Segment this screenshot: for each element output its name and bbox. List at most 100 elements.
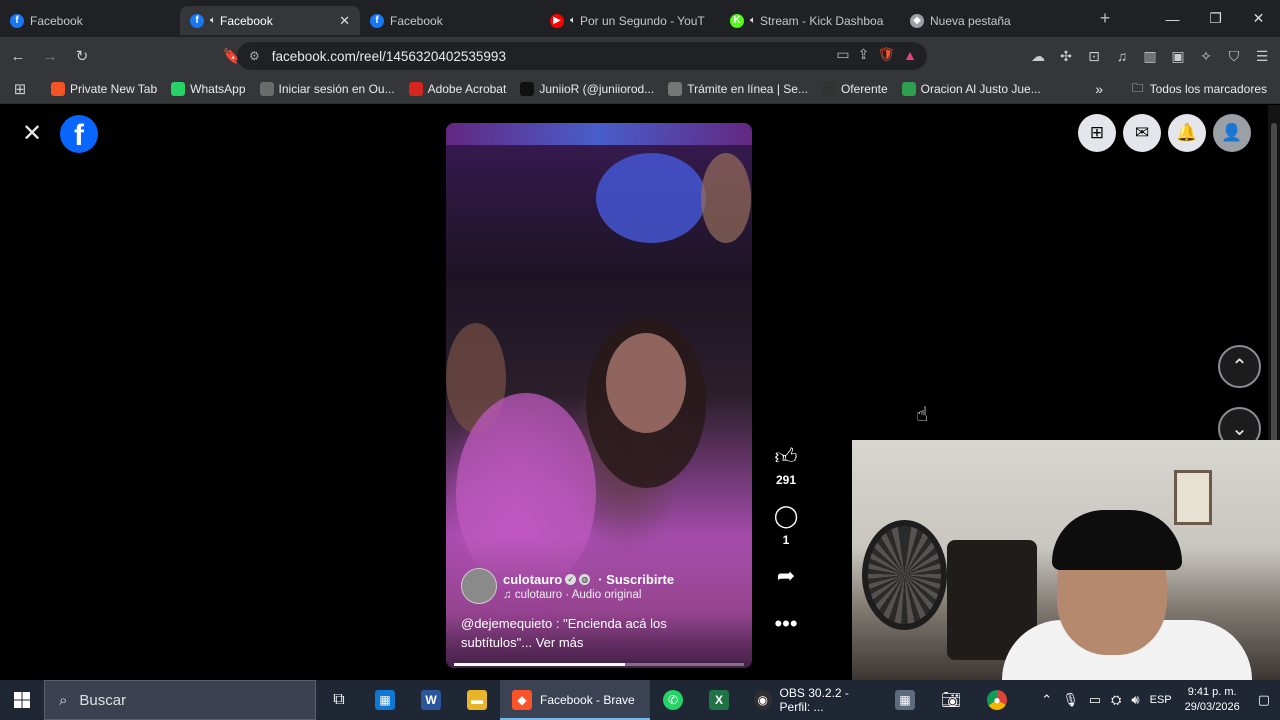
task-view-icon[interactable]: ⧉ xyxy=(316,680,362,720)
chrome-icon[interactable]: ● xyxy=(974,680,1020,720)
bookmark-item[interactable]: WhatsApp xyxy=(164,82,252,96)
brave-rewards-icon[interactable]: ▲ xyxy=(903,47,917,63)
folder-icon: 🗀 xyxy=(1131,80,1144,95)
close-window-icon[interactable]: ✕ xyxy=(1237,0,1280,37)
speaker-icon[interactable]: 🔈︎ xyxy=(570,15,576,26)
tab-4[interactable]: K 🔈︎ Stream - Kick Dashboa xyxy=(720,6,900,35)
camera-icon[interactable]: 📷︎ xyxy=(928,680,974,720)
cast-icon[interactable]: ▭ xyxy=(836,46,849,63)
store-icon[interactable]: ▦ xyxy=(362,680,408,720)
clock-date: 29/03/2026 xyxy=(1184,701,1240,713)
address-bar[interactable]: ⚙ facebook.com/reel/1456320402535993 ▭ ⇪… xyxy=(237,42,927,70)
bookmark-item[interactable]: Iniciar sesión en Ou... xyxy=(253,82,402,96)
file-explorer-icon[interactable]: ▬ xyxy=(454,680,500,720)
wallet-icon[interactable]: ▣ xyxy=(1166,41,1190,71)
bookmark-item[interactable]: Oferente xyxy=(815,82,895,96)
tiktok-icon xyxy=(520,82,535,96)
notifications-icon[interactable]: 🔔 xyxy=(1168,114,1206,152)
reload-icon[interactable]: ↻ xyxy=(68,42,96,70)
profile-avatar-icon[interactable]: 👤 xyxy=(1213,114,1251,152)
tab-1[interactable]: f 🔈︎ Facebook ✕ xyxy=(180,6,360,35)
share-icon[interactable]: ⇪ xyxy=(858,46,870,63)
bookmark-item[interactable]: Oracion Al Justo Jue... xyxy=(895,82,1048,96)
like-button[interactable]: 👍︎ 291 xyxy=(770,443,802,487)
audio-label: culotauro · Audio original xyxy=(514,588,642,601)
back-icon[interactable]: ← xyxy=(4,42,32,70)
sheets-icon xyxy=(901,82,916,96)
speaker-icon[interactable]: 🔈︎ xyxy=(210,15,216,26)
messenger-icon[interactable]: ✉ xyxy=(1123,114,1161,152)
share-arrow-icon: ➦ xyxy=(776,563,796,588)
share-button[interactable]: ➦ xyxy=(770,563,802,589)
facebook-icon: f xyxy=(190,13,204,28)
shield-icon[interactable]: ⛉ xyxy=(1222,41,1246,71)
tray-overflow-icon[interactable]: ⌃ xyxy=(1036,692,1057,708)
bookmark-label: Oracion Al Justo Jue... xyxy=(920,82,1041,96)
menu-icon[interactable]: ☰ xyxy=(1250,41,1274,71)
scrollbar-thumb[interactable] xyxy=(1271,123,1277,443)
tab-2[interactable]: f Facebook xyxy=(360,6,540,35)
new-tab-button[interactable]: + xyxy=(1090,8,1120,29)
search-icon: ⌕ xyxy=(59,691,68,709)
screenshot-icon[interactable]: ⊡ xyxy=(1082,41,1106,71)
comment-count: 1 xyxy=(782,533,790,547)
minimize-icon[interactable]: — xyxy=(1151,0,1194,37)
forward-icon[interactable]: → xyxy=(36,42,64,70)
vpn-icon[interactable]: ☁ xyxy=(1026,41,1050,71)
taskbar-obs[interactable]: ◉ OBS 30.2.2 - Perfil: ... xyxy=(742,680,882,720)
site-info-icon[interactable]: ⚙ xyxy=(249,49,260,63)
microphone-icon[interactable]: 🎙︎ xyxy=(1057,692,1084,708)
network-icon[interactable]: ▭ xyxy=(1084,692,1106,708)
volume-icon[interactable]: 🔊︎ xyxy=(1126,692,1144,708)
apps-grid-icon[interactable]: ⊞ xyxy=(6,75,34,103)
excel-icon[interactable]: X xyxy=(696,680,742,720)
url-text: facebook.com/reel/1456320402535993 xyxy=(271,48,506,64)
youtube-icon: ▶ xyxy=(550,13,564,28)
bookmark-item[interactable]: Private New Tab xyxy=(44,82,164,96)
more-options-button[interactable]: ••• xyxy=(770,611,802,637)
author-name[interactable]: culotauro xyxy=(503,572,562,587)
globe-icon xyxy=(259,82,274,96)
previous-reel-button[interactable]: ⌃ xyxy=(1218,345,1261,388)
menu-grid-icon[interactable]: ⊞ xyxy=(1078,114,1116,152)
reel-caption[interactable]: @dejemequieto : "Encienda acá los subtít… xyxy=(461,614,741,652)
close-tab-icon[interactable]: ✕ xyxy=(339,13,350,29)
tab-5[interactable]: ◆ Nueva pestaña xyxy=(900,6,1080,35)
author-avatar[interactable] xyxy=(461,568,497,604)
subscribe-button[interactable]: · Suscribirte xyxy=(598,572,674,587)
bookmark-item[interactable]: Adobe Acrobat xyxy=(402,82,514,96)
notifications-center-icon[interactable]: ▢ xyxy=(1248,692,1280,708)
taskbar-brave-facebook[interactable]: ◆ Facebook - Brave xyxy=(500,680,650,720)
start-button[interactable] xyxy=(0,680,44,720)
tab-0[interactable]: f Facebook xyxy=(0,6,180,35)
media-icon[interactable]: ♫ xyxy=(1110,41,1134,71)
all-bookmarks-button[interactable]: 🗀 Todos los marcadores xyxy=(1125,79,1274,100)
close-reel-icon[interactable]: ✕ xyxy=(22,119,42,148)
tab-3[interactable]: ▶ 🔈︎ Por un Segundo - YouT xyxy=(540,6,720,35)
restore-icon[interactable]: ❐ xyxy=(1194,0,1237,37)
calculator-icon[interactable]: ▦ xyxy=(882,680,928,720)
brave-shields-icon[interactable]: 🛡 xyxy=(877,46,895,63)
bookmarks-more-button[interactable]: » xyxy=(1088,81,1110,97)
facebook-logo-icon[interactable]: f xyxy=(60,115,98,153)
browser-tab-strip: f Facebook f 🔈︎ Facebook ✕ f Facebook ▶ 🔈︎ Por un … xyxy=(0,0,1280,37)
whatsapp-icon[interactable]: ✆ xyxy=(650,680,696,720)
webcam-overlay xyxy=(852,440,1280,680)
sidebar-icon[interactable]: ▥ xyxy=(1138,41,1162,71)
audio-row[interactable]: ♫ culotauro · Audio original xyxy=(503,589,674,601)
language-indicator[interactable]: ESP xyxy=(1145,694,1177,706)
taskbar-search[interactable]: ⌕ Buscar xyxy=(44,680,316,720)
reel-video[interactable]: culotauro ✓ ◍ · Suscribirte ♫ culotauro … xyxy=(446,123,752,668)
video-progress-bar[interactable] xyxy=(454,663,744,666)
vpn-tray-icon[interactable]: ⛭ xyxy=(1106,692,1126,708)
word-icon[interactable]: W xyxy=(408,680,454,720)
speaker-icon[interactable]: 🔈︎ xyxy=(750,15,756,26)
bookmark-item[interactable]: Trámite en línea | Se... xyxy=(661,82,815,96)
tab-title: Nueva pestaña xyxy=(930,13,1011,28)
leo-ai-icon[interactable]: ✧ xyxy=(1194,41,1218,71)
clock[interactable]: 9:41 p. m. 29/03/2026 xyxy=(1177,685,1248,715)
extensions-icon[interactable]: ✣ xyxy=(1054,41,1078,71)
comment-button[interactable]: ◯ 1 xyxy=(770,503,802,547)
tab-title: Facebook xyxy=(30,13,83,28)
bookmark-item[interactable]: JuniioR (@juniiorod... xyxy=(513,82,661,96)
